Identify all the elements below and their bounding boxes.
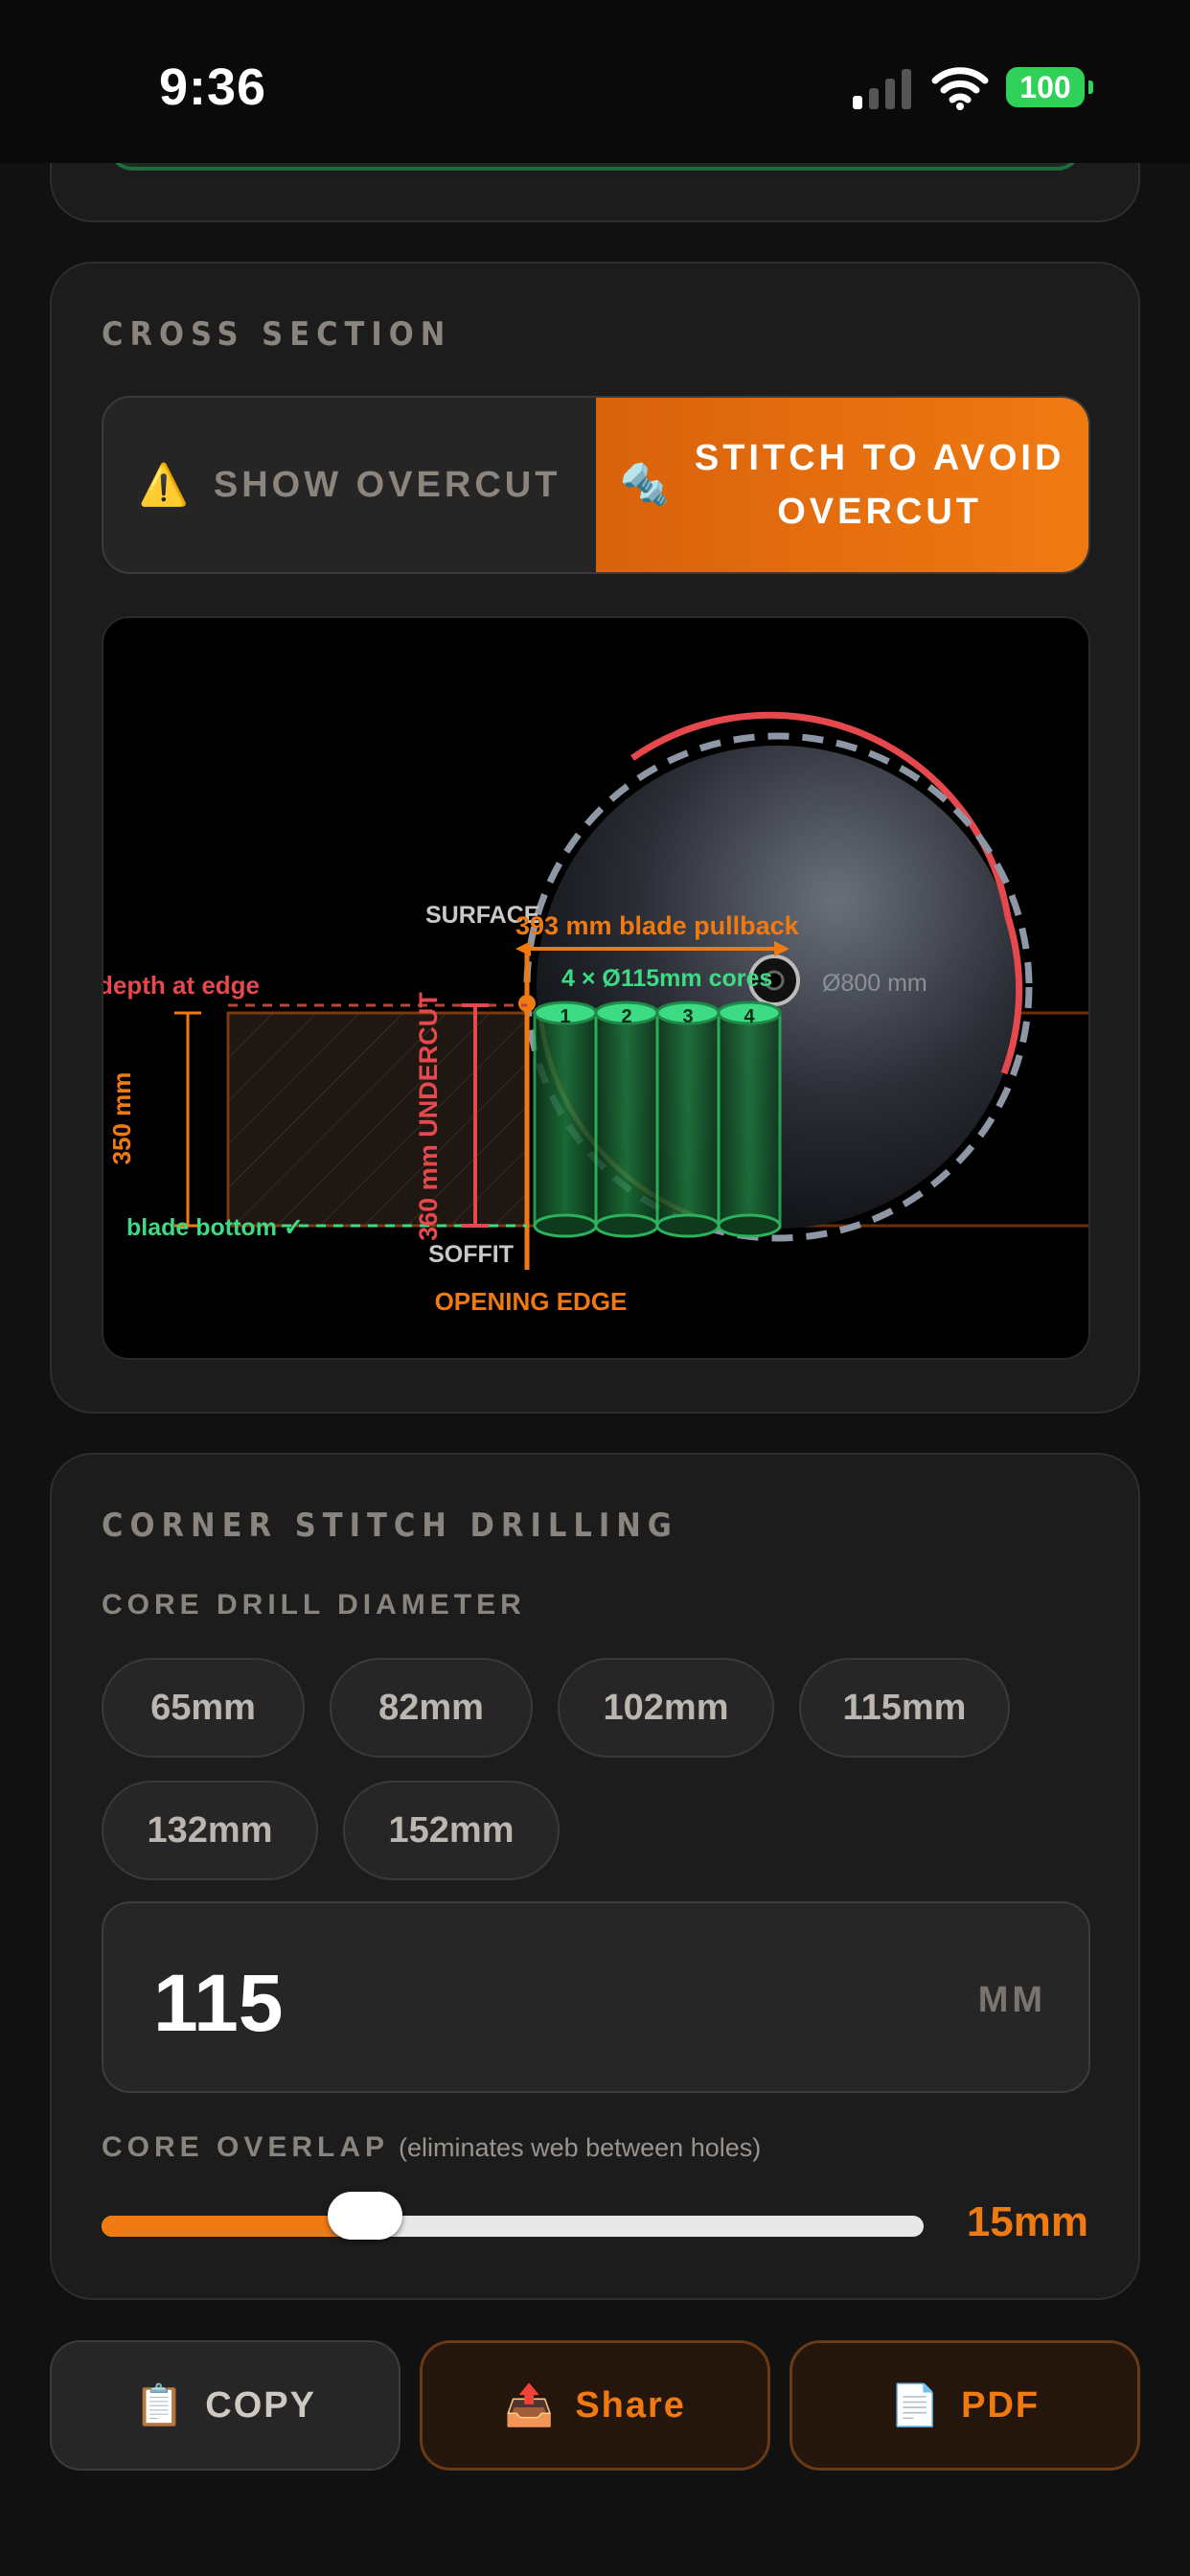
core-holes: 1 2 3 4: [533, 1000, 782, 1238]
pullback-label: 393 mm blade pullback: [515, 911, 800, 940]
status-bar: 9:36 100: [0, 0, 1190, 163]
cellular-signal-icon: [853, 67, 911, 109]
core-overlap-slider-thumb[interactable]: [327, 2192, 402, 2240]
core-overlap-note: (eliminates web between holes): [399, 2133, 762, 2162]
chip-65mm[interactable]: 65mm: [102, 1658, 305, 1758]
core-drill-diameter-label: CORE DRILL DIAMETER: [102, 1589, 526, 1621]
corner-stitch-card: CORNER STITCH DRILLING CORE DRILL DIAMET…: [50, 1453, 1140, 2300]
core-overlap-slider-fill: [102, 2216, 365, 2237]
chip-102mm[interactable]: 102mm: [558, 1658, 774, 1758]
cross-section-card: CROSS SECTION ⚠️ SHOW OVERCUT 🔩 STITCH T…: [50, 262, 1140, 1414]
overcut-mode-toggle: ⚠️ SHOW OVERCUT 🔩 STITCH TO AVOID OVERCU…: [102, 396, 1090, 574]
clipboard-icon: 📋: [134, 2381, 187, 2427]
stitch-to-avoid-overcut-option[interactable]: 🔩 STITCH TO AVOID OVERCUT: [596, 398, 1088, 572]
cross-section-svg: 1 2 3 4 SURFACE SOFFIT OPENING EDGE 393 …: [103, 711, 1088, 1316]
chip-115mm[interactable]: 115mm: [799, 1658, 1010, 1758]
core-diameter-unit: MM: [977, 1980, 1046, 2020]
share-label: Share: [575, 2384, 686, 2426]
chip-132mm[interactable]: 132mm: [102, 1781, 318, 1880]
core-diameter-value: 115: [153, 1958, 284, 2048]
bolt-icon: 🔩: [619, 462, 674, 507]
stitch-label-line1: STITCH TO AVOID: [694, 438, 1065, 478]
core-overlap-label: CORE OVERLAP (eliminates web between hole…: [102, 2131, 761, 2164]
blade-bottom-label: blade bottom ✓: [126, 1214, 304, 1241]
depth-at-edge-label: depth at edge: [103, 971, 260, 1000]
wifi-icon: [931, 67, 989, 110]
core-overlap-title: CORE OVERLAP: [102, 2131, 390, 2163]
stitch-label-line2: OVERCUT: [777, 492, 983, 532]
core-3: [655, 1011, 721, 1228]
core-2: [594, 1011, 659, 1228]
outbox-icon: 📤: [504, 2381, 557, 2427]
pdf-button[interactable]: 📄 PDF: [790, 2340, 1140, 2471]
copy-label: COPY: [205, 2384, 316, 2426]
opening-edge-label: OPENING EDGE: [435, 1287, 628, 1316]
core-number-2: 2: [621, 1006, 631, 1027]
blade-diameter-label: Ø800 mm: [822, 970, 927, 997]
chip-152mm[interactable]: 152mm: [343, 1781, 560, 1880]
core-overlap-value: 15mm: [966, 2198, 1088, 2245]
cross-section-diagram: 1 2 3 4 SURFACE SOFFIT OPENING EDGE 393 …: [102, 616, 1090, 1360]
document-icon: 📄: [889, 2381, 943, 2427]
warning-icon: ⚠️: [138, 461, 193, 507]
cross-section-title: CROSS SECTION: [102, 315, 452, 354]
core-diameter-input[interactable]: 115 MM: [102, 1901, 1090, 2093]
core-number-3: 3: [682, 1006, 693, 1027]
core-overlap-slider[interactable]: [102, 2192, 924, 2240]
undercut-label: 360 mm UNDERCUT: [414, 992, 443, 1241]
battery-icon: 100: [1006, 67, 1093, 107]
core-4: [717, 1011, 782, 1228]
thickness-label: 350 mm: [107, 1072, 136, 1165]
soffit-label: SOFFIT: [428, 1241, 514, 1268]
clock: 9:36: [159, 58, 267, 116]
core-number-4: 4: [744, 1006, 755, 1027]
chip-82mm[interactable]: 82mm: [330, 1658, 533, 1758]
show-overcut-option[interactable]: ⚠️ SHOW OVERCUT: [103, 398, 596, 572]
corner-stitch-title: CORNER STITCH DRILLING: [102, 1506, 678, 1545]
pdf-label: PDF: [961, 2384, 1041, 2426]
stitch-label: STITCH TO AVOID OVERCUT: [695, 431, 1065, 539]
concrete-slab: [226, 1011, 529, 1228]
show-overcut-label: SHOW OVERCUT: [213, 464, 561, 505]
copy-button[interactable]: 📋 COPY: [50, 2340, 400, 2471]
core-1: [533, 1011, 598, 1228]
core-number-1: 1: [560, 1006, 570, 1027]
cores-label: 4 × Ø115mm cores: [561, 965, 772, 992]
share-button[interactable]: 📤 Share: [420, 2340, 770, 2471]
